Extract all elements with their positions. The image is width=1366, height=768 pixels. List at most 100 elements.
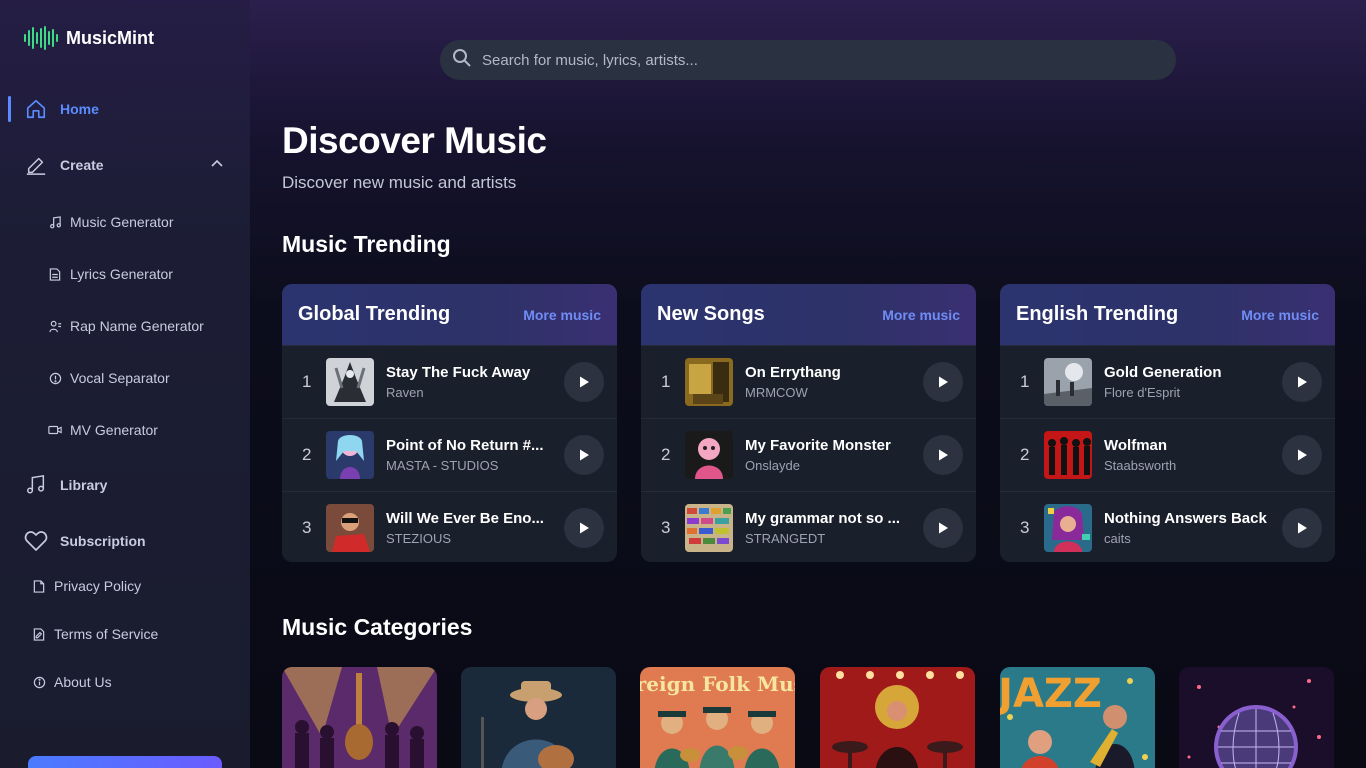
song-artist: MASTA - STUDIOS xyxy=(386,458,499,473)
song-meta: My grammar not so ... STRANGEDT xyxy=(745,510,915,546)
sidebar-item-create[interactable]: Create xyxy=(24,153,104,177)
sidebar-item-music-generator[interactable]: Music Generator xyxy=(48,214,173,230)
song-rank: 1 xyxy=(1020,372,1030,391)
sidebar-item-library[interactable]: Library xyxy=(24,473,107,497)
trending-card-global: Global Trending More music 1 Stay The Fu… xyxy=(282,284,617,562)
page-subtitle: Discover new music and artists xyxy=(282,173,517,192)
sidebar-item-label: Library xyxy=(60,477,108,493)
song-meta: Gold Generation Flore d'Esprit xyxy=(1104,364,1274,400)
brand[interactable]: MusicMint xyxy=(24,26,154,50)
search-bar[interactable] xyxy=(440,40,1176,80)
song-row[interactable]: 3 Will We Ever Be Eno... STEZIOUS xyxy=(282,491,617,562)
more-music-link[interactable]: More music xyxy=(882,307,960,323)
song-rank: 3 xyxy=(1020,518,1030,537)
play-button[interactable] xyxy=(1282,435,1322,475)
footer-link-label: About Us xyxy=(54,674,112,690)
play-button[interactable] xyxy=(564,362,604,402)
category-tile[interactable] xyxy=(282,667,437,768)
more-music-link[interactable]: More music xyxy=(523,307,601,323)
sidebar-item-lyrics-generator[interactable]: Lyrics Generator xyxy=(48,266,173,282)
song-row[interactable]: 1 On Errythang MRMCOW xyxy=(641,345,976,418)
song-cover xyxy=(685,431,733,479)
song-cover xyxy=(1044,358,1092,406)
more-music-link[interactable]: More music xyxy=(1241,307,1319,323)
play-button[interactable] xyxy=(1282,508,1322,548)
play-button[interactable] xyxy=(923,508,963,548)
song-row[interactable]: 1 Gold Generation Flore d'Esprit xyxy=(1000,345,1335,418)
category-tile[interactable] xyxy=(1179,667,1334,768)
song-artist: STEZIOUS xyxy=(386,531,452,546)
category-tile[interactable]: Foreign Folk Music xyxy=(640,667,795,768)
sidebar-item-mv-generator[interactable]: MV Generator xyxy=(48,422,158,438)
play-icon xyxy=(939,449,948,461)
pencil-icon xyxy=(24,153,48,177)
play-icon xyxy=(580,522,589,534)
play-icon xyxy=(580,449,589,461)
play-button[interactable] xyxy=(923,435,963,475)
song-title: On Errythang xyxy=(745,364,841,381)
play-icon xyxy=(939,522,948,534)
sidebar-item-rap-name-generator[interactable]: Rap Name Generator xyxy=(48,318,204,334)
song-title: Point of No Return #... xyxy=(386,437,544,454)
song-row[interactable]: 3 Nothing Answers Back caits xyxy=(1000,491,1335,562)
song-row[interactable]: 1 Stay The Fuck Away Raven xyxy=(282,345,617,418)
info-circle-icon xyxy=(48,371,62,385)
song-title: Wolfman xyxy=(1104,437,1168,454)
play-button[interactable] xyxy=(564,508,604,548)
play-button[interactable] xyxy=(1282,362,1322,402)
trending-card-new-songs: New Songs More music 1 On Errythang MRMC… xyxy=(641,284,976,562)
sidebar-item-home[interactable]: Home xyxy=(0,90,250,128)
sidebar-item-vocal-separator[interactable]: Vocal Separator xyxy=(48,370,170,386)
heart-icon xyxy=(24,529,48,553)
song-meta: Will We Ever Be Eno... STEZIOUS xyxy=(386,510,556,546)
sidebar-item-label: MV Generator xyxy=(70,422,158,438)
sidebar-item-label: Rap Name Generator xyxy=(70,318,204,334)
song-title: Will We Ever Be Eno... xyxy=(386,510,544,527)
sidebar-item-label: Home xyxy=(60,101,99,117)
song-row[interactable]: 2 Point of No Return #... MASTA - STUDIO… xyxy=(282,418,617,491)
video-icon xyxy=(48,423,62,437)
song-rank: 1 xyxy=(302,372,312,391)
sidebar-cta-button[interactable] xyxy=(28,756,222,768)
search-input[interactable] xyxy=(482,51,1122,69)
section-title-trending: Music Trending xyxy=(282,231,451,257)
play-button[interactable] xyxy=(564,435,604,475)
card-title: New Songs xyxy=(657,303,765,325)
terms-of-service-link[interactable]: Terms of Service xyxy=(32,626,158,642)
privacy-policy-link[interactable]: Privacy Policy xyxy=(32,578,141,594)
song-row[interactable]: 2 Wolfman Staabsworth xyxy=(1000,418,1335,491)
play-icon xyxy=(1298,376,1307,388)
document-icon xyxy=(48,267,62,281)
song-cover xyxy=(685,504,733,552)
song-meta: Point of No Return #... MASTA - STUDIOS xyxy=(386,437,556,473)
song-cover xyxy=(326,504,374,552)
footer-link-label: Privacy Policy xyxy=(54,578,142,594)
sidebar-item-label: Vocal Separator xyxy=(70,370,170,386)
song-artist: Staabsworth xyxy=(1104,458,1177,473)
category-tile[interactable] xyxy=(820,667,975,768)
song-row[interactable]: 2 My Favorite Monster Onslayde xyxy=(641,418,976,491)
category-tile[interactable] xyxy=(461,667,616,768)
chevron-up-icon[interactable] xyxy=(210,157,224,176)
category-image-text: JAZZ xyxy=(1000,671,1102,717)
play-icon xyxy=(1298,449,1307,461)
category-tile[interactable]: JAZZ xyxy=(1000,667,1155,768)
song-rank: 3 xyxy=(661,518,671,537)
waveform-icon xyxy=(24,26,58,50)
song-artist: Raven xyxy=(386,385,424,400)
song-title: My grammar not so ... xyxy=(745,510,901,527)
sidebar-item-label: Create xyxy=(60,157,104,173)
play-button[interactable] xyxy=(923,362,963,402)
song-artist: caits xyxy=(1104,531,1131,546)
song-row[interactable]: 3 My grammar not so ... STRANGEDT xyxy=(641,491,976,562)
card-header: Global Trending More music xyxy=(282,284,617,345)
about-us-link[interactable]: About Us xyxy=(32,674,112,690)
song-title: Nothing Answers Back xyxy=(1104,510,1267,527)
song-artist: STRANGEDT xyxy=(745,531,826,546)
info-circle-icon xyxy=(32,675,46,689)
sidebar-item-subscription[interactable]: Subscription xyxy=(24,529,146,553)
sidebar: MusicMint Home Create Music Generator Ly… xyxy=(0,0,250,768)
song-meta: Stay The Fuck Away Raven xyxy=(386,364,556,400)
song-rank: 2 xyxy=(1020,445,1030,464)
card-header: New Songs More music xyxy=(641,284,976,345)
